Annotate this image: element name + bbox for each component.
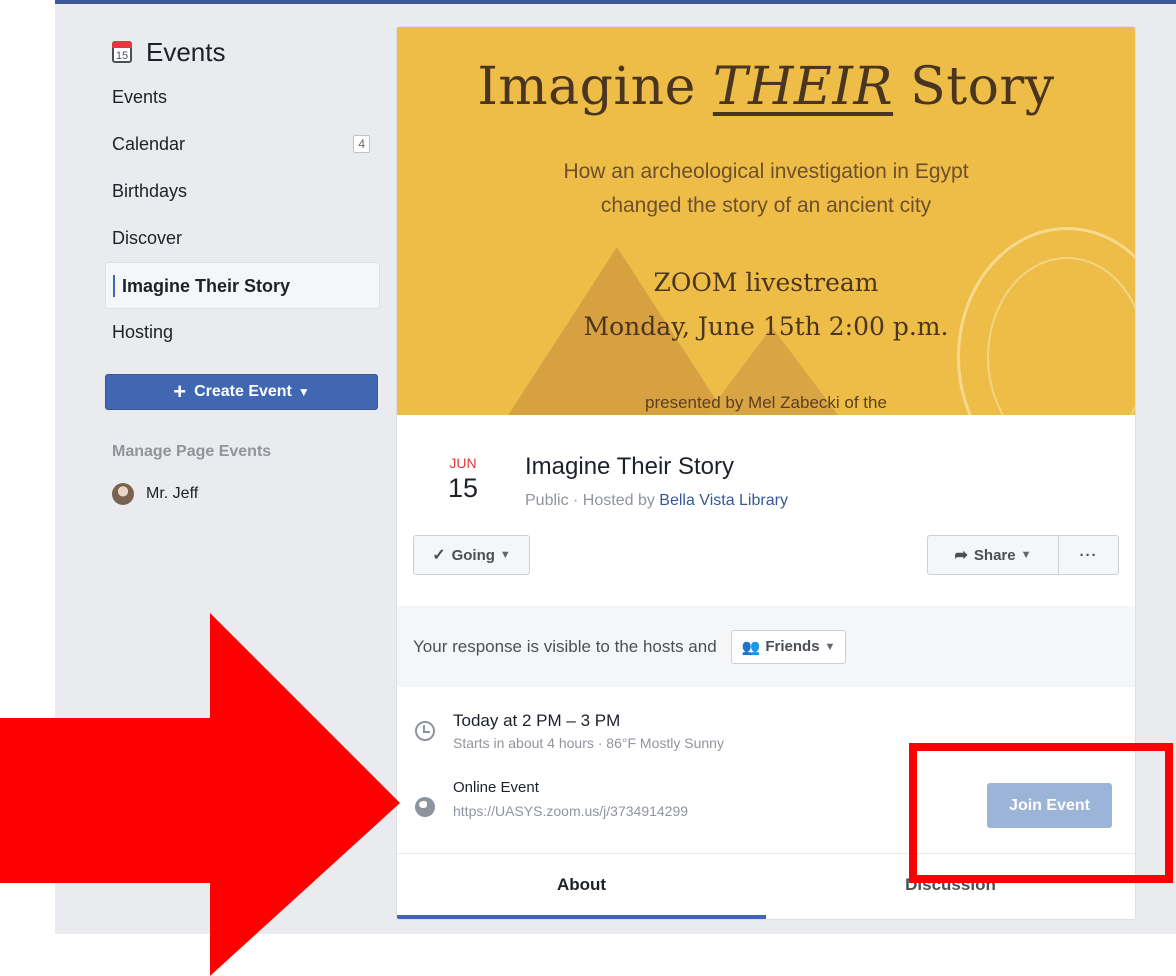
event-day: 15	[447, 473, 479, 503]
page-link-mr-jeff[interactable]: Mr. Jeff	[105, 483, 380, 505]
sidebar-item-events[interactable]: Events	[105, 74, 380, 121]
more-options-button[interactable]: ···	[1058, 535, 1119, 575]
online-event-label: Online Event	[453, 779, 539, 796]
event-title: Imagine Their Story	[525, 453, 734, 480]
event-date: JUN 15	[433, 455, 493, 504]
event-header: JUN 15 Imagine Their Story Public · Host…	[397, 415, 1135, 530]
checkmark-icon: ✓	[432, 547, 446, 564]
cover-title: Imagine THEIR Story	[477, 57, 1055, 117]
manage-page-events-heading: Manage Page Events	[112, 443, 272, 460]
chevron-down-icon: ▼	[824, 640, 836, 653]
event-month: JUN	[449, 455, 477, 471]
event-actions: ✓ Going ▼ ➦ Share ▼ ···	[397, 530, 1135, 606]
cover-presenter: presented by Mel Zabecki of the	[645, 393, 887, 412]
sidebar-item-imagine-their-story[interactable]: Imagine Their Story	[105, 262, 380, 309]
create-event-button[interactable]: + Create Event ▼	[105, 374, 378, 410]
plus-icon: +	[173, 379, 187, 404]
chevron-down-icon: ▼	[1020, 549, 1032, 561]
sidebar-item-discover[interactable]: Discover	[105, 215, 380, 262]
share-button[interactable]: ➦ Share ▼	[927, 535, 1059, 575]
host-link[interactable]: Bella Vista Library	[659, 492, 788, 509]
event-url[interactable]: https://UASYS.zoom.us/j/3734914299	[453, 803, 688, 819]
cover-zoom-details: ZOOM livestream Monday, June 15th 2:00 p…	[583, 268, 949, 341]
response-visibility-bar: Your response is visible to the hosts an…	[397, 606, 1135, 687]
avatar	[112, 483, 134, 505]
event-meta: Public · Hosted by Bella Vista Library	[525, 492, 788, 509]
sidebar-item-hosting[interactable]: Hosting	[105, 309, 380, 356]
sidebar-item-birthdays[interactable]: Birthdays	[105, 168, 380, 215]
event-time: Today at 2 PM – 3 PM	[453, 711, 621, 730]
response-visibility-text: Your response is visible to the hosts an…	[413, 636, 717, 656]
sidebar-item-calendar[interactable]: Calendar 4	[105, 121, 380, 168]
audience-selector[interactable]: 👥 Friends ▼	[730, 629, 847, 664]
event-cover-image: Imagine THEIR Story How an archeological…	[397, 27, 1135, 415]
going-button[interactable]: ✓ Going ▼	[413, 535, 530, 575]
calendar-icon: 15	[112, 41, 132, 63]
tab-about[interactable]: About	[397, 854, 766, 919]
calendar-count-badge: 4	[353, 135, 370, 153]
event-time-detail: Starts in about 4 hours · 86°F Mostly Su…	[453, 735, 724, 751]
friends-icon: 👥	[741, 638, 761, 656]
share-arrow-icon: ➦	[954, 547, 968, 564]
annotation-arrow	[0, 613, 400, 976]
sidebar-title: Events	[146, 36, 226, 67]
sidebar-header: 15 Events	[112, 30, 380, 74]
cover-subtitle: How an archeological investigation in Eg…	[563, 160, 969, 217]
events-sidebar: 15 Events Events Calendar 4 Birthdays Dis…	[105, 30, 380, 505]
chevron-down-icon: ▼	[297, 385, 310, 399]
annotation-highlight-box	[909, 743, 1173, 883]
chevron-down-icon: ▼	[499, 549, 511, 561]
